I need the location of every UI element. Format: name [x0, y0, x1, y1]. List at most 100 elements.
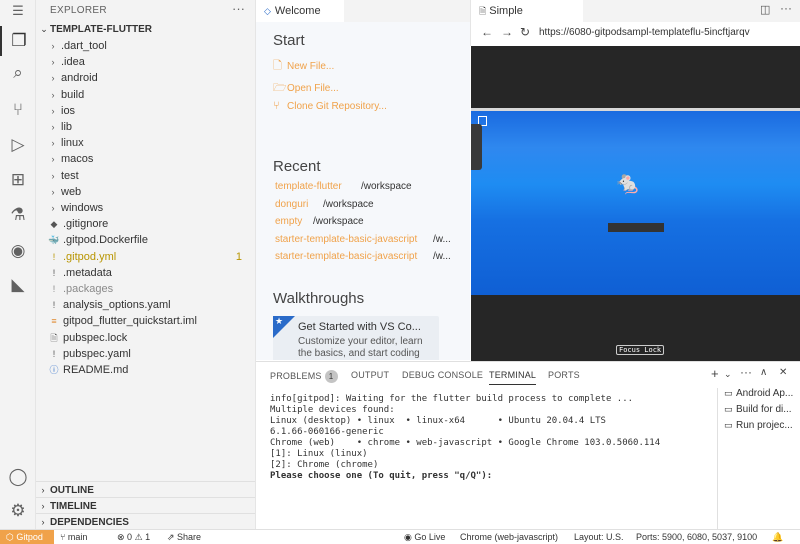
- chevron-down-icon[interactable]: ⌄: [724, 369, 732, 380]
- file-item[interactable]: ! analysis_options.yaml: [36, 297, 254, 313]
- outline-section[interactable]: › OUTLINE: [36, 481, 255, 497]
- reload-icon[interactable]: ↻: [520, 25, 530, 39]
- tree-item-label: .packages: [63, 283, 114, 295]
- tab-ports[interactable]: PORTS: [548, 370, 580, 380]
- remote-desktop[interactable]: [471, 111, 800, 295]
- file-item[interactable]: ! .metadata: [36, 265, 254, 281]
- file-item[interactable]: ≡ gitpod_flutter_quickstart.iml: [36, 313, 254, 329]
- terminal-instance[interactable]: ▭ Android Ap...: [724, 388, 793, 399]
- file-item[interactable]: ! pubspec.yaml: [36, 346, 254, 362]
- chevron-right-icon: ›: [51, 186, 55, 197]
- tab-output[interactable]: OUTPUT: [351, 370, 389, 380]
- folder-item[interactable]: › linux: [36, 135, 254, 151]
- tree-item-label: macos: [61, 153, 94, 166]
- recent-item-name[interactable]: empty: [275, 216, 302, 227]
- terminal-instance[interactable]: ▭ Build for di...: [724, 404, 792, 415]
- timeline-section[interactable]: › TIMELINE: [36, 497, 255, 513]
- recent-item[interactable]: starter-template-basic-javascript/w...: [275, 234, 465, 245]
- tree-item-label: .idea: [61, 56, 85, 69]
- file-item[interactable]: ◆ .gitignore: [36, 216, 254, 232]
- desktop-taskbar[interactable]: [608, 223, 664, 232]
- chevron-right-icon: ›: [51, 154, 55, 165]
- tab-welcome[interactable]: ◇ Welcome: [256, 0, 344, 22]
- menu-icon[interactable]: ☰: [0, 0, 36, 22]
- branch-indicator[interactable]: ⑂ main: [60, 531, 87, 544]
- folder-item[interactable]: › windows: [36, 200, 254, 216]
- folder-item[interactable]: › build: [36, 87, 254, 103]
- warning-count: 1: [145, 532, 151, 542]
- new-terminal-icon[interactable]: +: [711, 366, 719, 381]
- file-item[interactable]: 🗎 pubspec.lock: [36, 330, 254, 346]
- tab-debug-console[interactable]: DEBUG CONSOLE: [402, 370, 483, 380]
- file-item[interactable]: 🐳 .gitpod.Dockerfile: [36, 232, 254, 248]
- url-input[interactable]: https://6080-gitpodsampl-templateflu-5in…: [539, 27, 750, 38]
- recent-item-name[interactable]: starter-template-basic-javascript: [275, 234, 417, 245]
- folder-item[interactable]: › lib: [36, 119, 254, 135]
- search-icon[interactable]: ⌕: [0, 58, 36, 88]
- folder-item[interactable]: › web: [36, 184, 254, 200]
- run-debug-icon[interactable]: ▷: [0, 130, 36, 160]
- forward-icon[interactable]: →: [501, 25, 513, 39]
- terminal-output[interactable]: info[gitpod]: Waiting for the flutter bu…: [270, 394, 710, 482]
- tab-simple-browser[interactable]: 🗎Simple Browser✕: [471, 0, 583, 39]
- back-icon[interactable]: ←: [481, 25, 493, 39]
- recent-item[interactable]: donguri/workspace: [275, 199, 465, 210]
- recent-item-name[interactable]: template-flutter: [275, 181, 342, 192]
- source-control-icon[interactable]: ⑂: [0, 95, 36, 125]
- settings-gear-icon[interactable]: ⚙: [0, 496, 36, 526]
- dependencies-section[interactable]: › DEPENDENCIES: [36, 513, 255, 529]
- problems-indicator[interactable]: ⊗ 0 ⚠ 1: [117, 531, 150, 544]
- folder-item[interactable]: › macos: [36, 151, 254, 167]
- more-actions-icon[interactable]: ···: [780, 1, 792, 15]
- focus-lock-label[interactable]: Focus Lock: [616, 345, 665, 355]
- recent-item-name[interactable]: starter-template-basic-javascript: [275, 251, 417, 262]
- open-file-link[interactable]: 🗁Open File...: [273, 79, 339, 98]
- folder-item[interactable]: › ios: [36, 103, 254, 119]
- vnc-side-dock[interactable]: [471, 124, 482, 170]
- browser-viewport[interactable]: 🐁 Focus Lock: [471, 46, 800, 361]
- testing-icon[interactable]: ⚗: [0, 200, 36, 230]
- close-panel-icon[interactable]: ✕: [779, 367, 787, 378]
- recent-item[interactable]: starter-template-basic-javascript/w...: [275, 251, 465, 262]
- walkthrough-card[interactable]: ★ Get Started with VS Co... Customize yo…: [273, 316, 439, 360]
- more-actions-icon[interactable]: ···: [232, 1, 245, 16]
- folder-item[interactable]: › .dart_tool: [36, 38, 254, 54]
- recent-item-path: /workspace: [313, 216, 364, 227]
- file-item[interactable]: ! .gitpod.yml 1: [36, 249, 254, 265]
- new-file-link[interactable]: 🗋 New File...: [273, 57, 334, 76]
- tab-terminal[interactable]: TERMINAL: [489, 370, 537, 385]
- walkthrough-title: Get Started with VS Co...: [298, 321, 421, 333]
- terminal-prompt: Please choose one (To quit, press "q/Q")…: [270, 471, 493, 481]
- github-icon[interactable]: ◉: [0, 236, 36, 266]
- ports-indicator[interactable]: Ports: 5900, 6080, 5037, 9100: [636, 531, 757, 544]
- gitpod-button[interactable]: ⬡ Gitpod: [0, 530, 54, 544]
- maximize-panel-icon[interactable]: ∧: [760, 367, 767, 378]
- file-item[interactable]: ! .packages: [36, 281, 254, 297]
- notifications-icon[interactable]: 🔔: [772, 531, 783, 544]
- explorer-icon[interactable]: ❐: [0, 26, 36, 56]
- file-type-icon: 🐳: [48, 235, 60, 246]
- tab-problems[interactable]: PROBLEMS 1: [270, 370, 338, 383]
- project-root[interactable]: ⌄ TEMPLATE-FLUTTER: [38, 24, 254, 35]
- recent-item[interactable]: template-flutter/workspace: [275, 181, 465, 192]
- terminal-line: [1]: Linux (linux): [270, 449, 368, 459]
- device-selector[interactable]: Chrome (web-javascript): [460, 531, 558, 544]
- clone-repo-link[interactable]: ⑂ Clone Git Repository...: [273, 100, 387, 112]
- share-button[interactable]: ⇗ Share: [167, 531, 201, 544]
- problems-label: PROBLEMS: [270, 371, 322, 381]
- folder-item[interactable]: › android: [36, 70, 254, 86]
- folder-item[interactable]: › test: [36, 168, 254, 184]
- file-item[interactable]: ⓘ README.md: [36, 362, 254, 378]
- folder-item[interactable]: › .idea: [36, 54, 254, 70]
- keyboard-layout[interactable]: Layout: U.S.: [574, 531, 624, 544]
- file-type-icon: ⓘ: [49, 365, 59, 375]
- terminal-instance[interactable]: ▭ Run projec...: [724, 420, 793, 431]
- extensions-icon[interactable]: ⊞: [0, 165, 36, 195]
- flutter-icon[interactable]: ◣: [0, 270, 36, 300]
- recent-item-name[interactable]: donguri: [275, 199, 308, 210]
- go-live-button[interactable]: ◉ Go Live: [404, 531, 445, 544]
- split-editor-icon[interactable]: ◫: [760, 3, 770, 16]
- account-icon[interactable]: ◯: [0, 462, 36, 492]
- recent-item[interactable]: empty/workspace: [275, 216, 465, 227]
- more-actions-icon[interactable]: ···: [740, 365, 752, 379]
